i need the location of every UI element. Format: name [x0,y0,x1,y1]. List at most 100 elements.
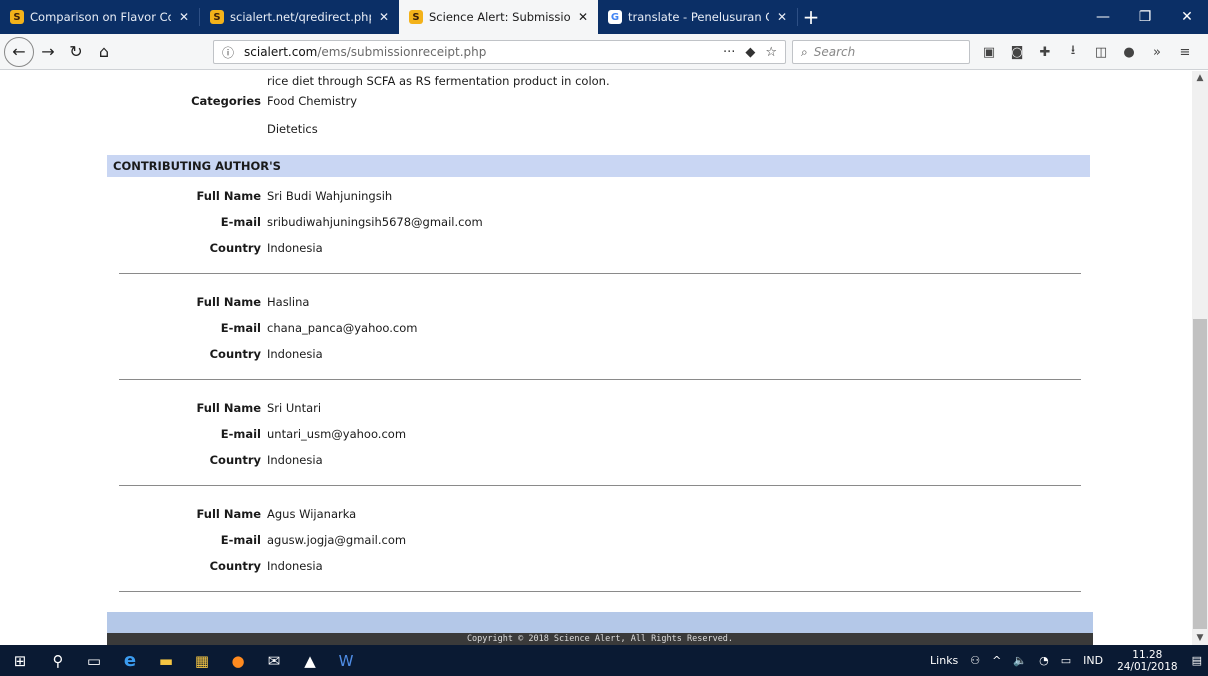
links-toolbar[interactable]: Links [930,654,958,667]
country-value: Indonesia [267,347,323,361]
tab-qredirect[interactable]: S scialert.net/qredirect.php?doi= ✕ [200,0,399,34]
tab-close-icon[interactable]: ✕ [576,10,590,24]
system-tray: Links ⚇ ^ 🔈 ◔ ▭ IND 11.28 24/01/2018 ▤ [924,645,1208,676]
author-country-row: Country Indonesia [107,450,1093,470]
copyright-bar: Copyright © 2018 Science Alert, All Righ… [107,633,1093,645]
email-value: sribudiwahjuningsih5678@gmail.com [267,215,483,229]
fullname-label: Full Name [196,189,261,203]
battery-icon[interactable]: ▭ [1061,654,1071,667]
country-label: Country [209,453,261,467]
category-value: Food Chemistry [267,94,358,108]
scroll-up-arrow-icon[interactable]: ▲ [1192,71,1208,85]
country-label: Country [209,347,261,361]
file-explorer-icon[interactable]: ▬ [148,645,184,676]
task-view-icon[interactable]: ▭ [76,645,112,676]
photos-icon[interactable]: ▲ [292,645,328,676]
author-fullname-row: Full Name Haslina [107,292,1093,312]
language-indicator[interactable]: IND [1083,654,1103,667]
author-divider [119,591,1081,592]
sidebar-icon[interactable]: ◫ [1090,41,1112,63]
categories-row: Dietetics [107,119,1093,139]
categories-row: Categories Food Chemistry [107,91,1093,111]
url-host: scialert.com [244,45,318,59]
window-controls: — ❐ ✕ [1082,0,1208,34]
author-country-row: Country Indonesia [107,556,1093,576]
search-icon: ⌕ [801,44,808,59]
vertical-scrollbar[interactable]: ▲ ▼ [1192,71,1208,645]
forward-arrow-icon[interactable]: → [34,38,62,66]
firefox-icon[interactable]: ● [220,645,256,676]
country-label: Country [209,241,261,255]
notifications-icon[interactable]: ▤ [1192,654,1202,667]
page-viewport: rice diet through SCFA as RS fermentatio… [0,71,1192,645]
email-value: agusw.jogja@gmail.com [267,533,407,547]
scialert-icon: S [210,10,224,24]
menu-hamburger-icon[interactable]: ≡ [1174,41,1196,63]
tray-chevron-icon[interactable]: ^ [992,654,1001,667]
tab-strip: S Comparison on Flavor Compou ✕ S sciale… [0,0,1208,34]
email-label: E-mail [220,427,261,441]
url-path: /ems/submissionreceipt.php [317,45,487,59]
author-email-row: E-mail chana_panca@yahoo.com [107,318,1093,338]
new-tab-button[interactable]: + [798,0,824,34]
abstract-tail: rice diet through SCFA as RS fermentatio… [267,74,610,88]
overflow-chevron-icon[interactable]: » [1146,41,1168,63]
windows-start-icon[interactable]: ⊞ [0,645,40,676]
address-bar[interactable]: ⓘ scialert.com/ems/submissionreceipt.php… [213,40,786,64]
addon-icon[interactable]: ● [1118,41,1140,63]
info-icon[interactable]: ⓘ [222,44,234,61]
search-box[interactable]: ⌕ Search [792,40,970,64]
country-label: Country [209,559,261,573]
fullname-value: Haslina [267,295,310,309]
bookmark-star-icon[interactable]: ☆ [765,45,777,60]
author-fullname-row: Full Name Agus Wijanarka [107,504,1093,524]
email-label: E-mail [220,215,261,229]
mail-icon[interactable]: ✉ [256,645,292,676]
reload-icon[interactable]: ↻ [62,38,90,66]
tab-close-icon[interactable]: ✕ [177,10,191,24]
windows-taskbar: ⊞ ⚲ ▭ e ▬ ▦ ● ✉ ▲ W Links ⚇ ^ 🔈 ◔ ▭ IND … [0,645,1208,676]
author-divider [119,379,1081,380]
scialert-icon: S [409,10,423,24]
extension-icon[interactable]: ✚ [1034,41,1056,63]
tab-label: scialert.net/qredirect.php?doi= [230,10,371,24]
contributing-authors-header: CONTRIBUTING AUTHOR'S [107,155,1090,177]
email-value: untari_usm@yahoo.com [267,427,407,441]
tab-close-icon[interactable]: ✕ [377,10,391,24]
store-icon[interactable]: ▦ [184,645,220,676]
edge-browser-icon[interactable]: e [112,645,148,676]
screenshot-icon[interactable]: ◙ [1006,41,1028,63]
clock[interactable]: 11.28 24/01/2018 [1117,649,1178,673]
scroll-down-arrow-icon[interactable]: ▼ [1192,631,1208,645]
pocket-icon[interactable]: ◆ [745,45,755,60]
author-country-row: Country Indonesia [107,344,1093,364]
tab-submission-system[interactable]: S Science Alert: Submission Syste ✕ [399,0,598,34]
tab-close-icon[interactable]: ✕ [775,10,789,24]
search-icon[interactable]: ⚲ [40,645,76,676]
tab-translate[interactable]: G translate - Penelusuran Google ✕ [598,0,797,34]
scrollbar-thumb[interactable] [1193,319,1207,629]
wifi-icon[interactable]: ◔ [1039,654,1049,667]
home-icon[interactable]: ⌂ [90,38,118,66]
minimize-icon[interactable]: — [1082,0,1124,34]
url-actions: ··· ◆ ☆ [723,45,777,60]
close-window-icon[interactable]: ✕ [1166,0,1208,34]
volume-icon[interactable]: 🔈 [1013,654,1027,667]
word-icon[interactable]: W [328,645,364,676]
fullname-value: Agus Wijanarka [267,507,357,521]
download-icon[interactable]: ⭳ [1062,41,1084,63]
category-value: Dietetics [267,122,318,136]
author-email-row: E-mail untari_usm@yahoo.com [107,424,1093,444]
people-icon[interactable]: ⚇ [970,654,980,667]
author-divider [119,485,1081,486]
restore-icon[interactable]: ❐ [1124,0,1166,34]
fullname-value: Sri Untari [267,401,322,415]
reader-view-icon[interactable]: ▣ [978,41,1000,63]
tab-label: translate - Penelusuran Google [628,10,769,24]
back-arrow-icon[interactable]: ← [4,36,34,67]
page-actions-icon[interactable]: ··· [723,45,735,60]
tab-comparison[interactable]: S Comparison on Flavor Compou ✕ [0,0,199,34]
google-icon: G [608,10,622,24]
email-value: chana_panca@yahoo.com [267,321,418,335]
fullname-label: Full Name [196,401,261,415]
